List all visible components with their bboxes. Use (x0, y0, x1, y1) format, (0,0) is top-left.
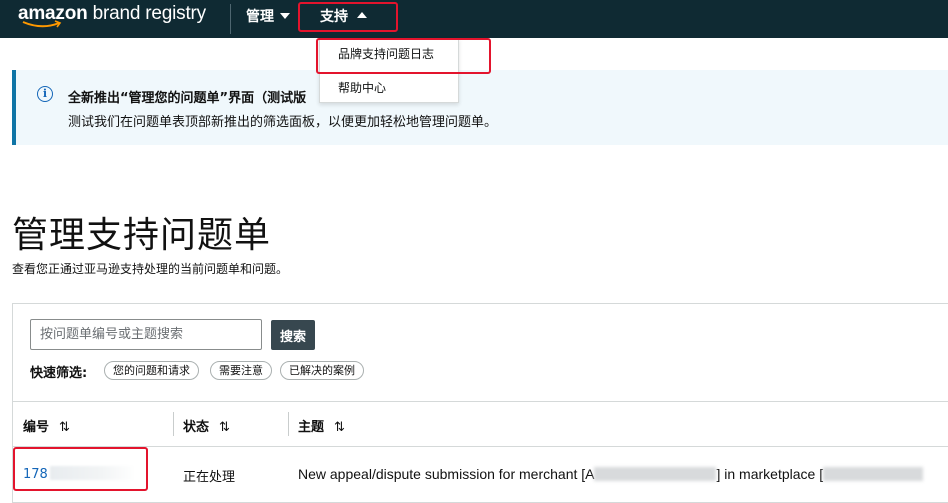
ticket-status: 正在处理 (183, 470, 236, 485)
ticket-subject-part1: New appeal/dispute submission for mercha… (298, 466, 595, 482)
sort-icon[interactable]: ⇅ (334, 420, 345, 435)
ticket-subject: New appeal/dispute submission for mercha… (298, 466, 924, 482)
nav-divider (230, 4, 231, 34)
ticket-subject-part2: ] in marketplace [ (716, 466, 824, 482)
column-header-status[interactable]: 状态 ⇅ (183, 416, 230, 435)
nav-manage-menu[interactable]: 管理 (246, 6, 290, 26)
search-button[interactable]: 搜索 (271, 320, 315, 350)
support-dropdown-menu: 品牌支持问题日志 帮助中心 (319, 38, 459, 103)
quick-filter-label: 快速筛选: (30, 366, 88, 381)
column-divider (173, 412, 174, 436)
filter-chip-your-issues[interactable]: 您的问题和请求 (104, 361, 199, 380)
logo-brand-registry-text: brand registry (87, 3, 207, 24)
column-header-subject[interactable]: 主题 ⇅ (298, 416, 345, 435)
chevron-down-icon (280, 13, 290, 19)
column-divider (288, 412, 289, 436)
nav-support-menu[interactable]: 支持 (320, 6, 367, 26)
redacted-merchant (594, 467, 717, 481)
ticket-id-text: 178 (23, 467, 48, 482)
info-icon: i (37, 86, 53, 102)
page-title: 管理支持问题单 (12, 215, 272, 256)
filter-chip-needs-attention[interactable]: 需要注意 (210, 361, 272, 380)
sort-icon[interactable]: ⇅ (59, 420, 70, 435)
redacted-id (49, 466, 136, 480)
tickets-panel: 搜索 快速筛选: 您的问题和请求 需要注意 已解决的案例 编号 ⇅ 状态 ⇅ 主题 ⇅… (12, 303, 948, 503)
column-header-id[interactable]: 编号 ⇅ (23, 416, 70, 435)
filter-chip-resolved[interactable]: 已解决的案例 (280, 361, 364, 380)
chevron-up-icon (357, 12, 367, 18)
menu-item-help-center[interactable]: 帮助中心 (338, 79, 386, 96)
amazon-smile-icon (22, 20, 62, 28)
info-banner: i 全新推出“管理您的问题单”界面（测试版 测试我们在问题单表顶部新推出的筛选面… (12, 70, 948, 145)
column-header-subject-label: 主题 (298, 420, 325, 435)
banner-text: 测试我们在问题单表顶部新推出的筛选面板，以便更加轻松地管理问题单。 (68, 115, 498, 130)
ticket-id-link[interactable]: 178 (23, 466, 136, 482)
table-header: 编号 ⇅ 状态 ⇅ 主题 ⇅ (13, 401, 948, 447)
sort-icon[interactable]: ⇅ (219, 420, 230, 435)
column-header-id-label: 编号 (23, 420, 50, 435)
page-subtitle: 查看您正通过亚马逊支持处理的当前问题单和问题。 (12, 262, 289, 276)
column-header-status-label: 状态 (183, 420, 210, 435)
menu-item-brand-support-log[interactable]: 品牌支持问题日志 (338, 45, 434, 62)
ticket-search-input[interactable] (30, 319, 262, 350)
top-nav-bar: amazon brand registry 管理 支持 (0, 0, 948, 38)
banner-title: 全新推出“管理您的问题单”界面（测试版 (68, 91, 307, 106)
redacted-marketplace (823, 467, 924, 481)
nav-manage-label: 管理 (246, 9, 274, 25)
nav-support-label: 支持 (320, 9, 348, 25)
